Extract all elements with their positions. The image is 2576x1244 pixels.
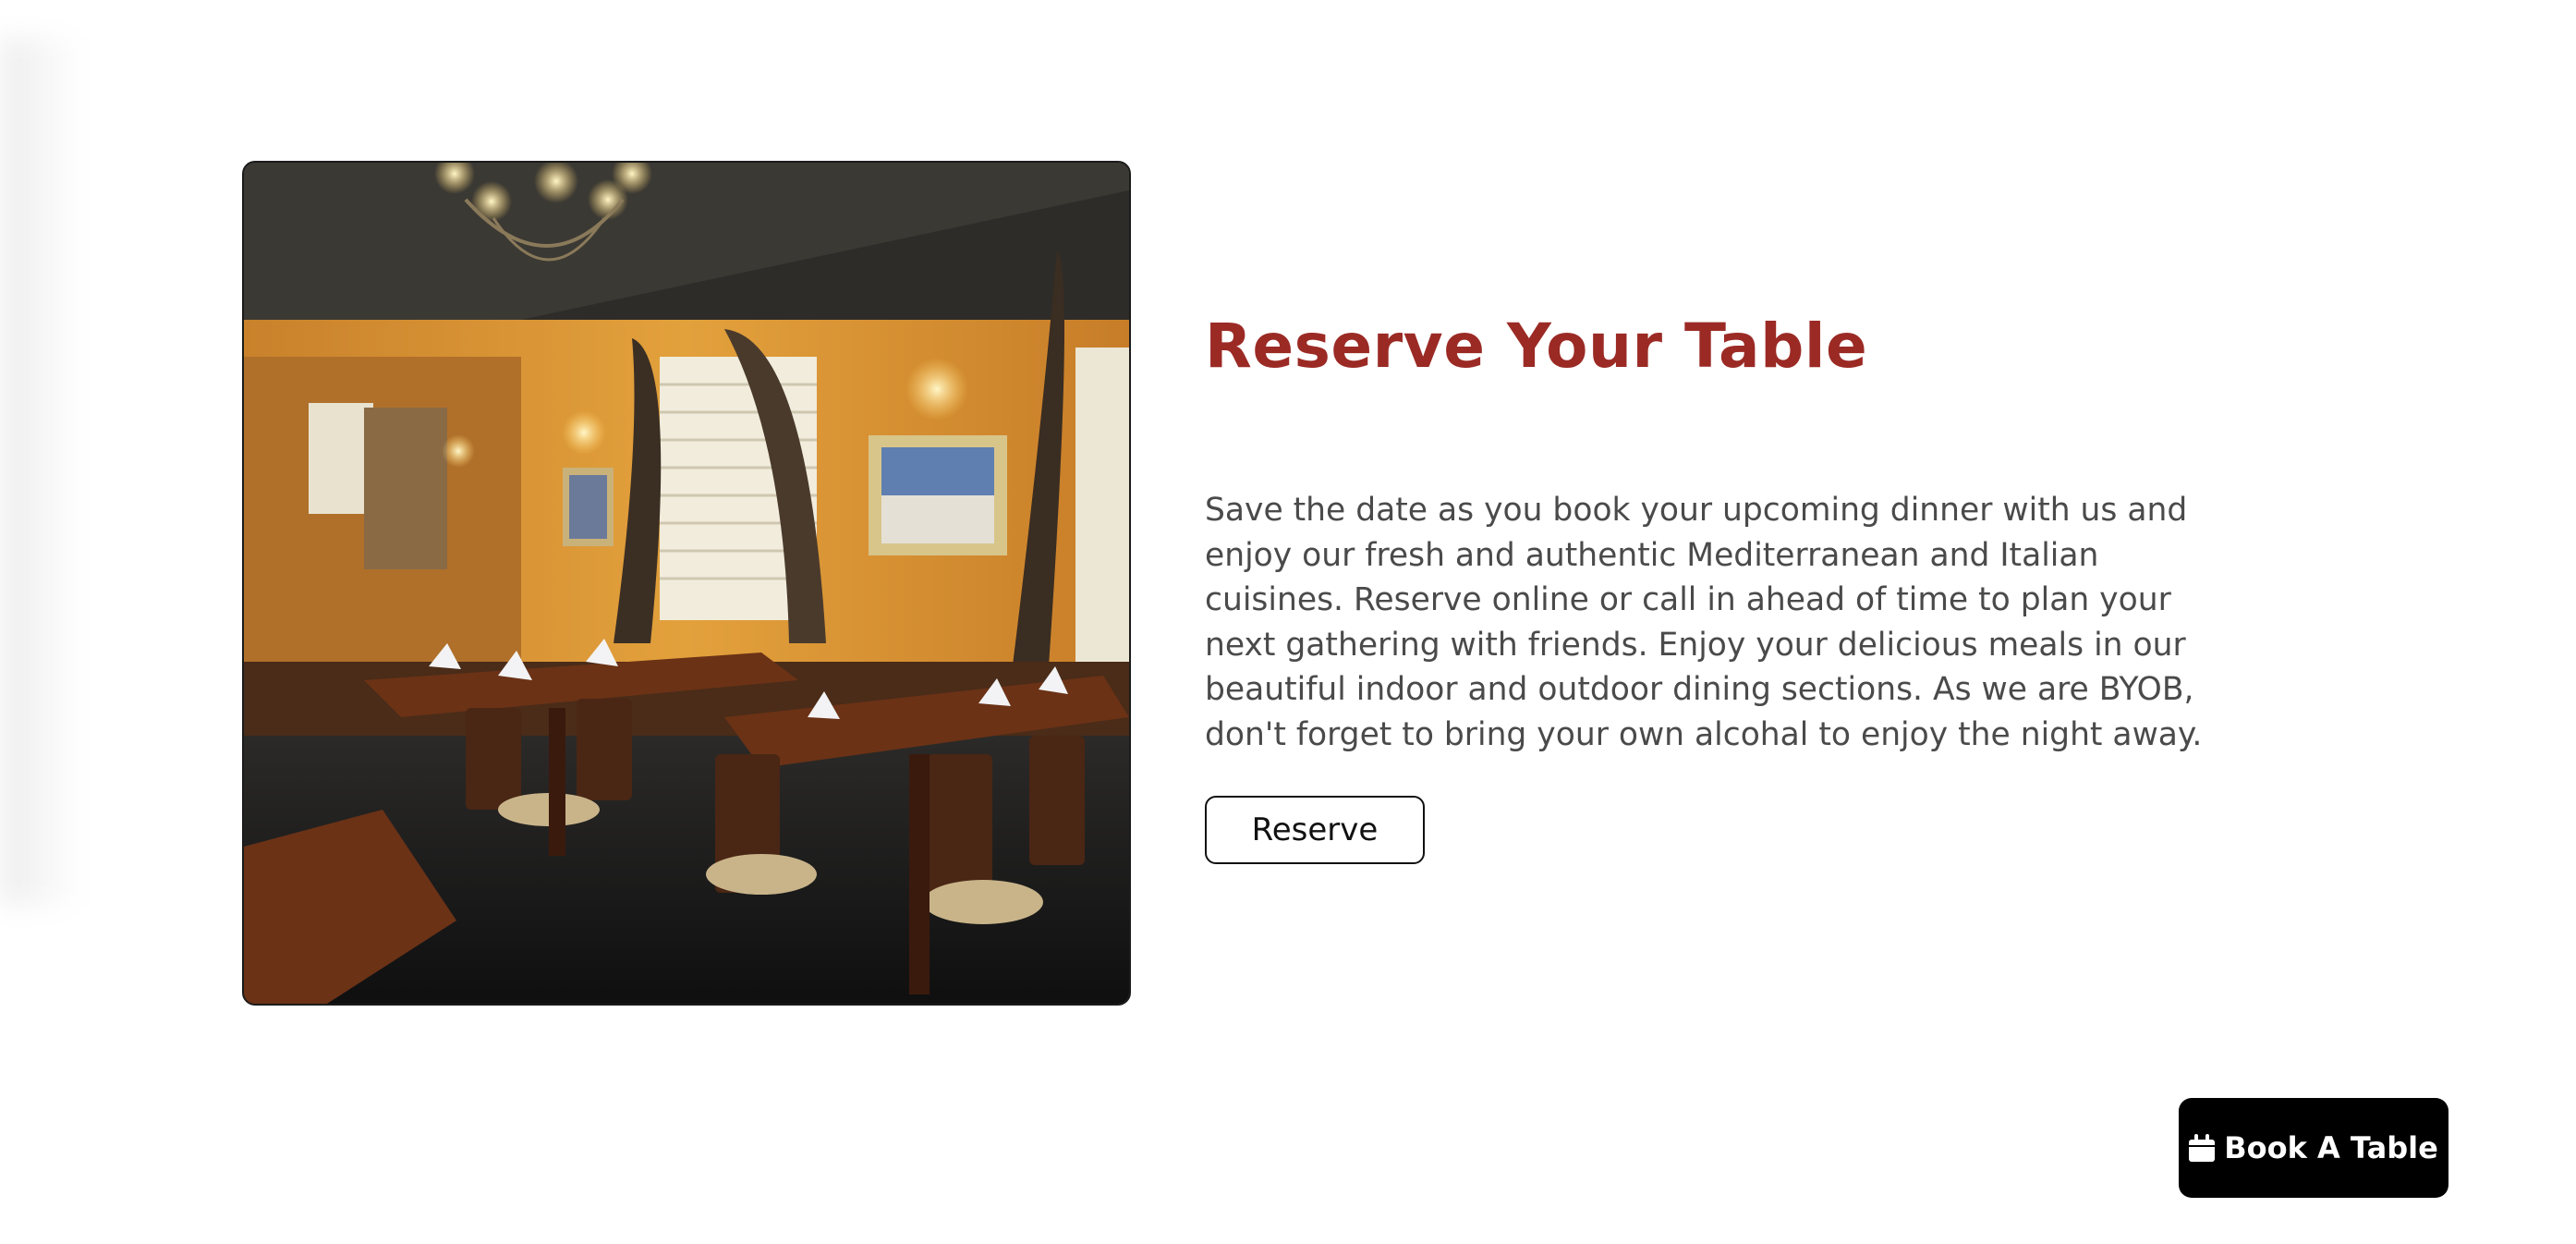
edge-shadow (0, 37, 83, 906)
book-a-table-button[interactable]: Book A Table (2179, 1098, 2448, 1198)
restaurant-dining-room-image (242, 161, 1131, 1006)
book-a-table-label: Book A Table (2224, 1130, 2438, 1165)
dining-room-illustration (244, 163, 1129, 1004)
reservation-section: Reserve Your Table Save the date as you … (1205, 305, 2240, 864)
page: Reserve Your Table Save the date as you … (0, 0, 2576, 1244)
reserve-button[interactable]: Reserve (1205, 796, 1425, 864)
reservation-description: Save the date as you book your upcoming … (1205, 492, 2203, 753)
calendar-icon (2189, 1134, 2216, 1162)
page-title: Reserve Your Table (1205, 311, 1868, 382)
